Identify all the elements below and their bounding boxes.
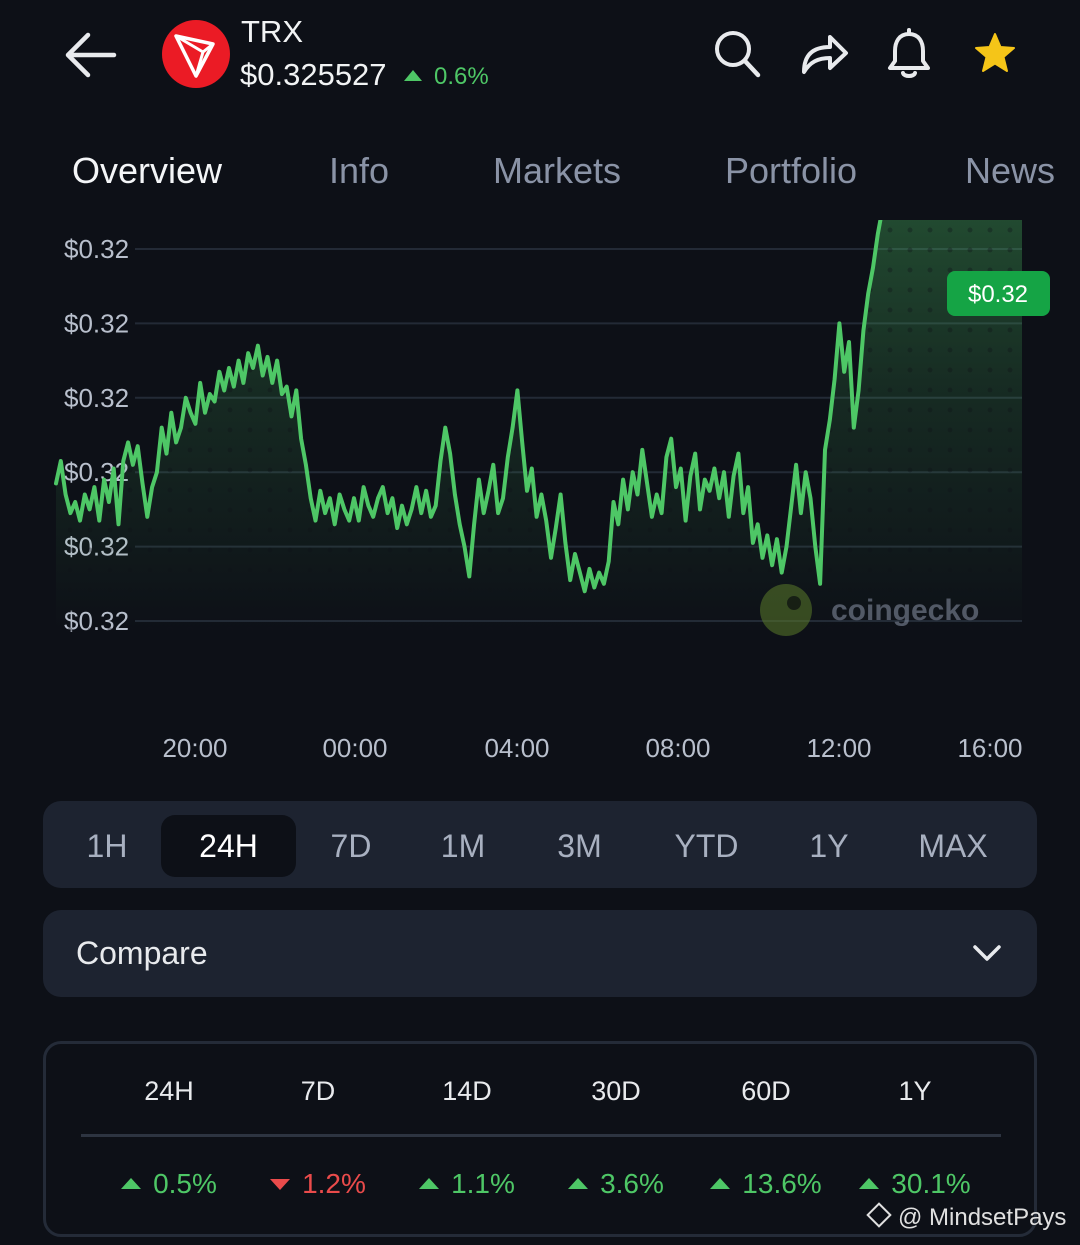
coin-price: $0.325527	[240, 57, 387, 92]
up-triangle-icon	[568, 1178, 589, 1189]
perf-value-60d: 13.6%	[681, 1168, 851, 1200]
compare-label: Compare	[76, 935, 208, 971]
price-area-dots	[56, 85, 1022, 632]
up-triangle-icon	[419, 1178, 440, 1189]
share-icon	[802, 35, 848, 74]
author-watermark: @ MindsetPays	[866, 1202, 1067, 1232]
perf-value-1y: 30.1%	[830, 1168, 1000, 1200]
bell-icon	[888, 28, 930, 78]
perf-value-14d: 1.1%	[382, 1168, 552, 1200]
perf-value-30d: 3.6%	[531, 1168, 701, 1200]
price-chart-svg[interactable]: $0.32$0.32$0.32$0.32$0.32$0.32 coingecko…	[0, 74, 1080, 780]
perf-value-7d: 1.2%	[233, 1168, 403, 1200]
perf-value-text: 30.1%	[891, 1168, 971, 1199]
y-tick-label: $0.32	[64, 308, 129, 338]
tab-overview[interactable]: Overview	[72, 150, 222, 192]
perf-header-7d: 7D	[300, 1076, 336, 1106]
perf-header-1y: 1Y	[898, 1076, 932, 1106]
range-24h[interactable]: 24H	[161, 815, 296, 877]
range-1h[interactable]: 1H	[67, 815, 147, 877]
star-icon	[975, 33, 1015, 72]
coin-symbol: TRX	[241, 14, 303, 49]
perf-value-text: 1.1%	[451, 1168, 515, 1199]
notification-button[interactable]	[884, 28, 934, 80]
current-price-label: $0.32	[968, 281, 1028, 308]
diamond-icon	[866, 1202, 892, 1228]
tab-bar: Overview Info Markets Portfolio News	[0, 150, 1080, 210]
perf-value-24h: 0.5%	[84, 1168, 254, 1200]
y-tick-label: $0.32	[64, 234, 129, 264]
current-price-badge: $0.32	[947, 271, 1050, 316]
back-button[interactable]	[62, 30, 118, 80]
compare-dropdown[interactable]: Compare	[43, 910, 1037, 997]
coingecko-text: coingecko	[831, 594, 979, 627]
chevron-down-icon	[973, 945, 1001, 961]
perf-header-30d: 30D	[591, 1076, 641, 1106]
range-1y[interactable]: 1Y	[789, 815, 869, 877]
price-change: 0.6%	[404, 63, 489, 91]
up-triangle-icon	[121, 1178, 142, 1189]
range-7d[interactable]: 7D	[311, 815, 391, 877]
range-3m[interactable]: 3M	[537, 815, 622, 877]
favorite-button[interactable]	[970, 28, 1020, 80]
tab-markets[interactable]: Markets	[493, 150, 621, 192]
up-triangle-icon	[710, 1178, 731, 1189]
perf-header-14d: 14D	[442, 1076, 492, 1106]
y-tick-label: $0.32	[64, 383, 129, 413]
up-triangle-icon	[859, 1178, 880, 1189]
price-chart[interactable]: $0.32$0.32$0.32$0.32$0.32$0.32 coingecko…	[0, 74, 1080, 780]
tab-news[interactable]: News	[965, 150, 1055, 192]
perf-value-text: 3.6%	[600, 1168, 664, 1199]
x-tick-label: 20:00	[162, 733, 227, 763]
perf-header-24h: 24H	[144, 1076, 194, 1106]
perf-value-text: 13.6%	[742, 1168, 822, 1199]
x-tick-label: 08:00	[645, 733, 710, 763]
perf-value-text: 1.2%	[302, 1168, 366, 1199]
header: TRX $0.325527 0.6%	[0, 0, 1080, 120]
down-triangle-icon	[270, 1179, 291, 1190]
x-tick-label: 12:00	[806, 733, 871, 763]
time-range-selector: 1H 24H 7D 1M 3M YTD 1Y MAX	[43, 801, 1037, 888]
perf-value-text: 0.5%	[153, 1168, 217, 1199]
y-tick-label: $0.32	[64, 457, 129, 487]
tab-info[interactable]: Info	[329, 150, 389, 192]
range-max[interactable]: MAX	[903, 815, 1003, 877]
tron-logo-icon	[174, 34, 215, 78]
x-tick-label: 04:00	[484, 733, 549, 763]
range-1m[interactable]: 1M	[423, 815, 503, 877]
search-button[interactable]	[713, 28, 763, 80]
x-tick-label: 16:00	[957, 733, 1022, 763]
perf-header-60d: 60D	[741, 1076, 791, 1106]
tab-portfolio[interactable]: Portfolio	[725, 150, 857, 192]
tron-logo	[162, 20, 230, 88]
share-button[interactable]	[800, 28, 850, 80]
search-icon	[715, 31, 761, 78]
perf-divider	[81, 1134, 1001, 1137]
back-arrow-icon	[65, 32, 117, 78]
range-ytd[interactable]: YTD	[659, 815, 754, 877]
x-tick-label: 00:00	[322, 733, 387, 763]
author-watermark-text: @ MindsetPays	[898, 1204, 1067, 1231]
price-change-value: 0.6%	[434, 63, 489, 90]
up-triangle-icon	[404, 70, 422, 81]
